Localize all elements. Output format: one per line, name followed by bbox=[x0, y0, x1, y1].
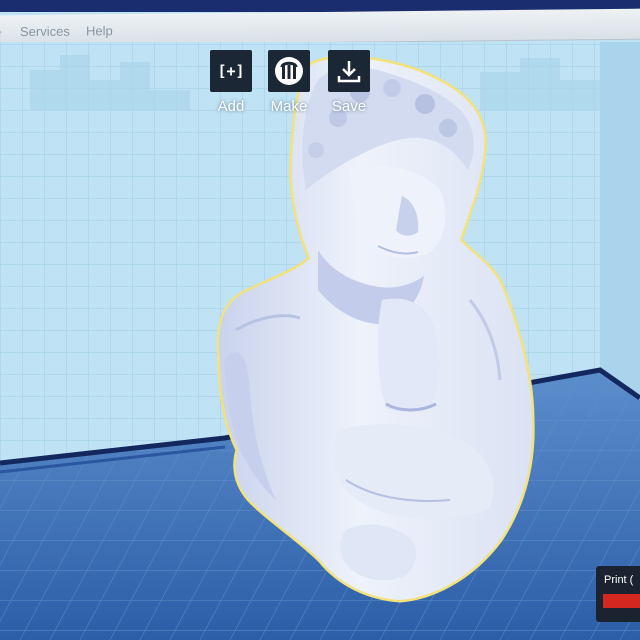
menu-item-cut-off[interactable]: e bbox=[0, 24, 1, 39]
print-label: Print ( bbox=[604, 574, 634, 586]
download-icon bbox=[328, 50, 370, 92]
make-button-label: Make bbox=[270, 98, 308, 115]
save-button[interactable]: Save bbox=[326, 50, 372, 115]
save-button-label: Save bbox=[331, 98, 367, 115]
add-object-icon: [+] bbox=[210, 50, 252, 92]
menu-bar: e Services Help bbox=[0, 8, 640, 47]
screen: e Services Help bbox=[0, 0, 640, 640]
print-panel[interactable]: Print ( bbox=[596, 566, 640, 622]
makerbot-logo-icon bbox=[268, 50, 310, 92]
build-volume-viewport[interactable] bbox=[0, 42, 640, 640]
add-button-label: Add bbox=[217, 98, 245, 115]
menu-item-help[interactable]: Help bbox=[86, 23, 113, 38]
right-wall bbox=[600, 42, 640, 400]
print-button[interactable] bbox=[603, 594, 640, 608]
make-button[interactable]: Make bbox=[266, 50, 312, 115]
add-button[interactable]: [+] Add bbox=[208, 50, 254, 115]
menu-item-services[interactable]: Services bbox=[20, 24, 70, 40]
